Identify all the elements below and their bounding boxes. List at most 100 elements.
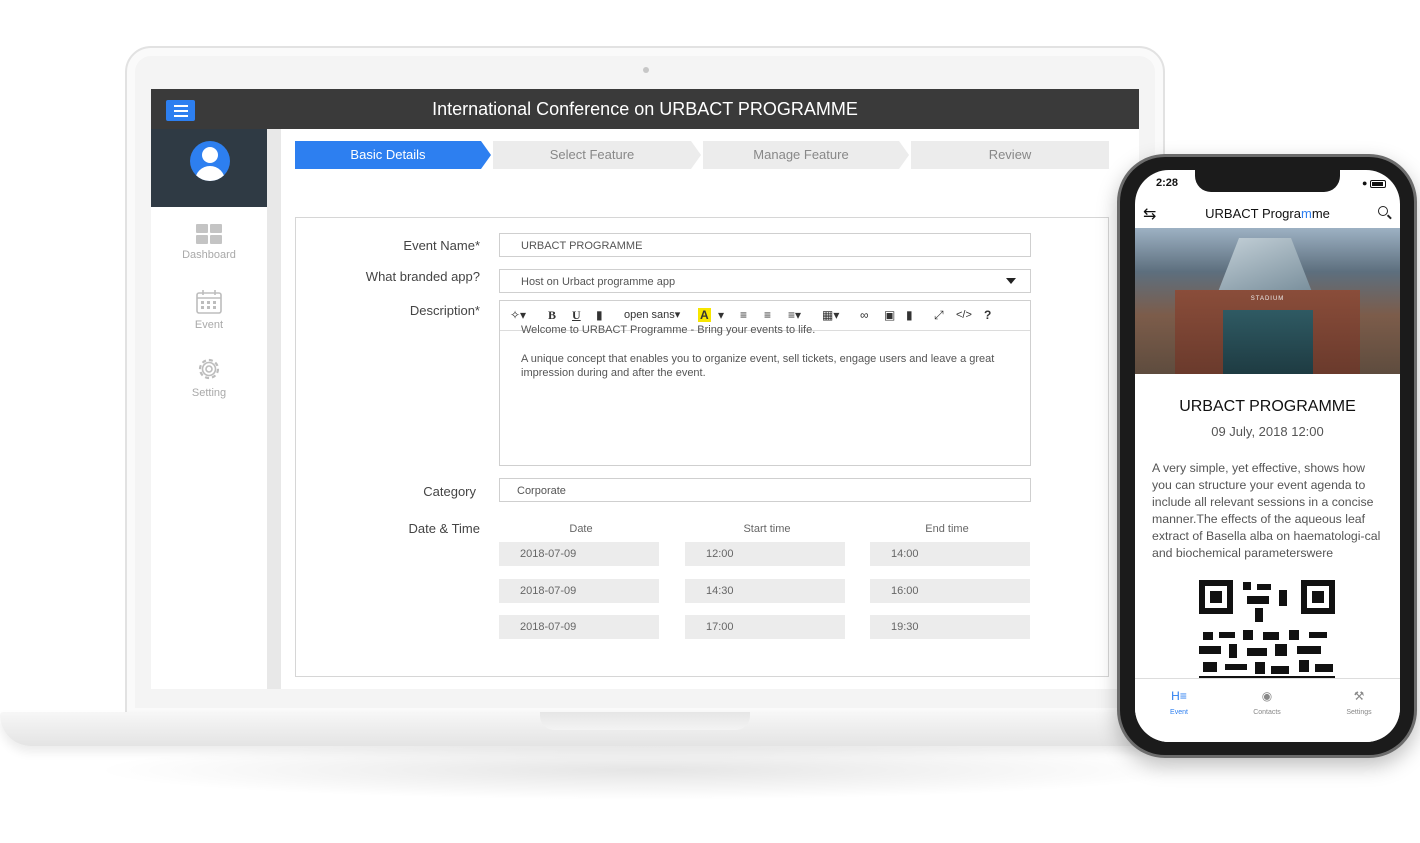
event-description: A very simple, yet effective, shows how … [1152, 461, 1381, 560]
date-input[interactable]: 2018-07-09 [499, 615, 659, 639]
tab-label: Settings [1346, 709, 1372, 716]
step-manage-feature[interactable]: Manage Feature [703, 141, 899, 169]
editor-paragraph: A unique concept that enables you to org… [521, 352, 995, 380]
editor-paragraph: Welcome to URBACT Programme - Bring your… [521, 324, 816, 336]
step-arrow [691, 141, 701, 169]
font-family-value: open sans [624, 309, 675, 321]
tab-event[interactable]: H≡ Event [1135, 679, 1223, 716]
contacts-icon: ◉ [1261, 689, 1273, 703]
sidebar-item-label: Dashboard [182, 249, 236, 261]
bullet-list-icon[interactable]: ≡ [740, 308, 747, 322]
branded-app-label: What branded app? [365, 269, 480, 284]
column-header-end-time: End time [925, 523, 969, 535]
column-header-start-time: Start time [743, 523, 791, 535]
stadium-sign: STADIUM [1250, 296, 1285, 302]
step-arrow [481, 141, 491, 169]
tools-icon: ⚒ [1353, 689, 1365, 703]
event-title: URBACT PROGRAMME [1179, 398, 1356, 415]
end-time-input[interactable]: 19:30 [870, 615, 1030, 639]
app-title-part: me [1311, 206, 1330, 221]
status-time: 2:28 [1156, 177, 1179, 189]
fullscreen-icon[interactable]: ⤢ [934, 308, 944, 322]
content-divider [267, 129, 281, 689]
start-time-input[interactable]: 12:00 [685, 542, 845, 566]
datetime-label: Date & Time [408, 521, 480, 536]
tab-label: Event [1170, 709, 1188, 716]
laptop-screen: International Conference on URBACT PROGR… [151, 89, 1139, 689]
image-icon[interactable]: ▣ [884, 308, 895, 322]
font-family-select[interactable]: open sans▾ [624, 308, 680, 322]
numbered-list-icon[interactable]: ≡ [764, 308, 771, 322]
description-editor[interactable]: ✧▾ B U ▮ open sans▾ A ▾ ≡ ≡ ≡▾ ▦▾ ∞ ▣ ▮ … [499, 300, 1031, 466]
end-time-input[interactable]: 16:00 [870, 579, 1030, 603]
event-name-input[interactable]: URBACT PROGRAMME [499, 233, 1031, 257]
phone-notch [1195, 170, 1340, 192]
link-icon[interactable]: ∞ [860, 308, 869, 322]
text-color-icon[interactable]: A [698, 308, 711, 322]
laptop-shadow [90, 740, 1200, 800]
start-time-input[interactable]: 14:30 [685, 579, 845, 603]
underline-icon[interactable]: U [572, 308, 581, 322]
wifi-icon: ● [1362, 178, 1368, 188]
step-arrow [899, 141, 909, 169]
battery-icon [1370, 179, 1386, 188]
branded-app-value: Host on Urbact programme app [521, 276, 676, 288]
description-label: Description* [409, 303, 480, 318]
laptop-camera [643, 67, 649, 73]
column-header-date: Date [569, 523, 593, 535]
editor-content[interactable]: Welcome to URBACT Programme - Bring your… [521, 323, 1011, 395]
sidebar-item-event[interactable]: Event [151, 289, 267, 331]
event-hero-image: STADIUM [1135, 228, 1400, 374]
date-input[interactable]: 2018-07-09 [499, 579, 659, 603]
chevron-down-icon [1006, 278, 1016, 284]
calendar-icon [196, 290, 222, 314]
step-basic-details[interactable]: Basic Details [295, 141, 481, 169]
magic-wand-icon[interactable]: ✧▾ [510, 308, 526, 322]
start-time-input[interactable]: 17:00 [685, 615, 845, 639]
category-input[interactable]: Corporate [499, 478, 1031, 502]
event-date: 09 July, 2018 12:00 [1211, 424, 1324, 439]
bottom-tab-bar: H≡ Event ◉ Contacts ⚒ Settings [1135, 678, 1400, 742]
event-name-label: Event Name* [403, 238, 480, 253]
code-view-icon[interactable]: </> [956, 308, 972, 322]
sidebar-item-label: Event [194, 319, 224, 331]
app-title: URBACT Programme [1135, 206, 1400, 221]
tab-settings[interactable]: ⚒ Settings [1315, 679, 1400, 716]
sidebar-item-label: Setting [191, 387, 227, 399]
wizard-steps: Basic Details Select Feature Manage Feat… [295, 141, 1109, 169]
end-time-input[interactable]: 14:00 [870, 542, 1030, 566]
tab-label: Contacts [1253, 709, 1281, 716]
table-icon[interactable]: ▦▾ [822, 308, 839, 322]
sidebar: Dashboard Event Setting [151, 129, 267, 689]
app-title-part: URBACT Progra [1205, 206, 1301, 221]
app-bar: ⇆ URBACT Programme [1135, 200, 1400, 228]
main-content: Basic Details Select Feature Manage Feat… [281, 129, 1139, 689]
app-title-highlight: m [1300, 206, 1312, 221]
gear-icon [198, 358, 220, 380]
sidebar-profile [151, 129, 267, 207]
video-icon[interactable]: ▮ [906, 308, 913, 322]
qr-code[interactable] [1199, 580, 1335, 680]
phone-screen: 2:28 ● ⇆ URBACT Programme STADIUM URBACT… [1135, 170, 1400, 742]
sidebar-item-dashboard[interactable]: Dashboard [151, 223, 267, 261]
bold-icon[interactable]: B [548, 308, 556, 322]
date-input[interactable]: 2018-07-09 [499, 542, 659, 566]
help-icon[interactable]: ? [984, 308, 991, 322]
event-icon: H≡ [1171, 689, 1187, 703]
basic-details-form: Event Name* URBACT PROGRAMME What brande… [295, 217, 1109, 677]
top-bar: International Conference on URBACT PROGR… [151, 89, 1139, 129]
step-select-feature[interactable]: Select Feature [493, 141, 691, 169]
branded-app-select[interactable]: Host on Urbact programme app [499, 269, 1031, 293]
eraser-icon[interactable]: ▮ [596, 308, 603, 322]
status-icons: ● [1362, 178, 1386, 188]
laptop-notch [540, 712, 750, 730]
chevron-down-icon[interactable]: ▾ [718, 308, 724, 322]
page-title: International Conference on URBACT PROGR… [432, 99, 858, 119]
sidebar-item-setting[interactable]: Setting [151, 355, 267, 399]
align-icon[interactable]: ≡▾ [788, 308, 801, 322]
dashboard-icon [196, 224, 222, 244]
step-review[interactable]: Review [911, 141, 1109, 169]
user-avatar-icon[interactable] [190, 141, 230, 181]
search-icon[interactable] [1378, 206, 1388, 216]
tab-contacts[interactable]: ◉ Contacts [1223, 679, 1311, 716]
